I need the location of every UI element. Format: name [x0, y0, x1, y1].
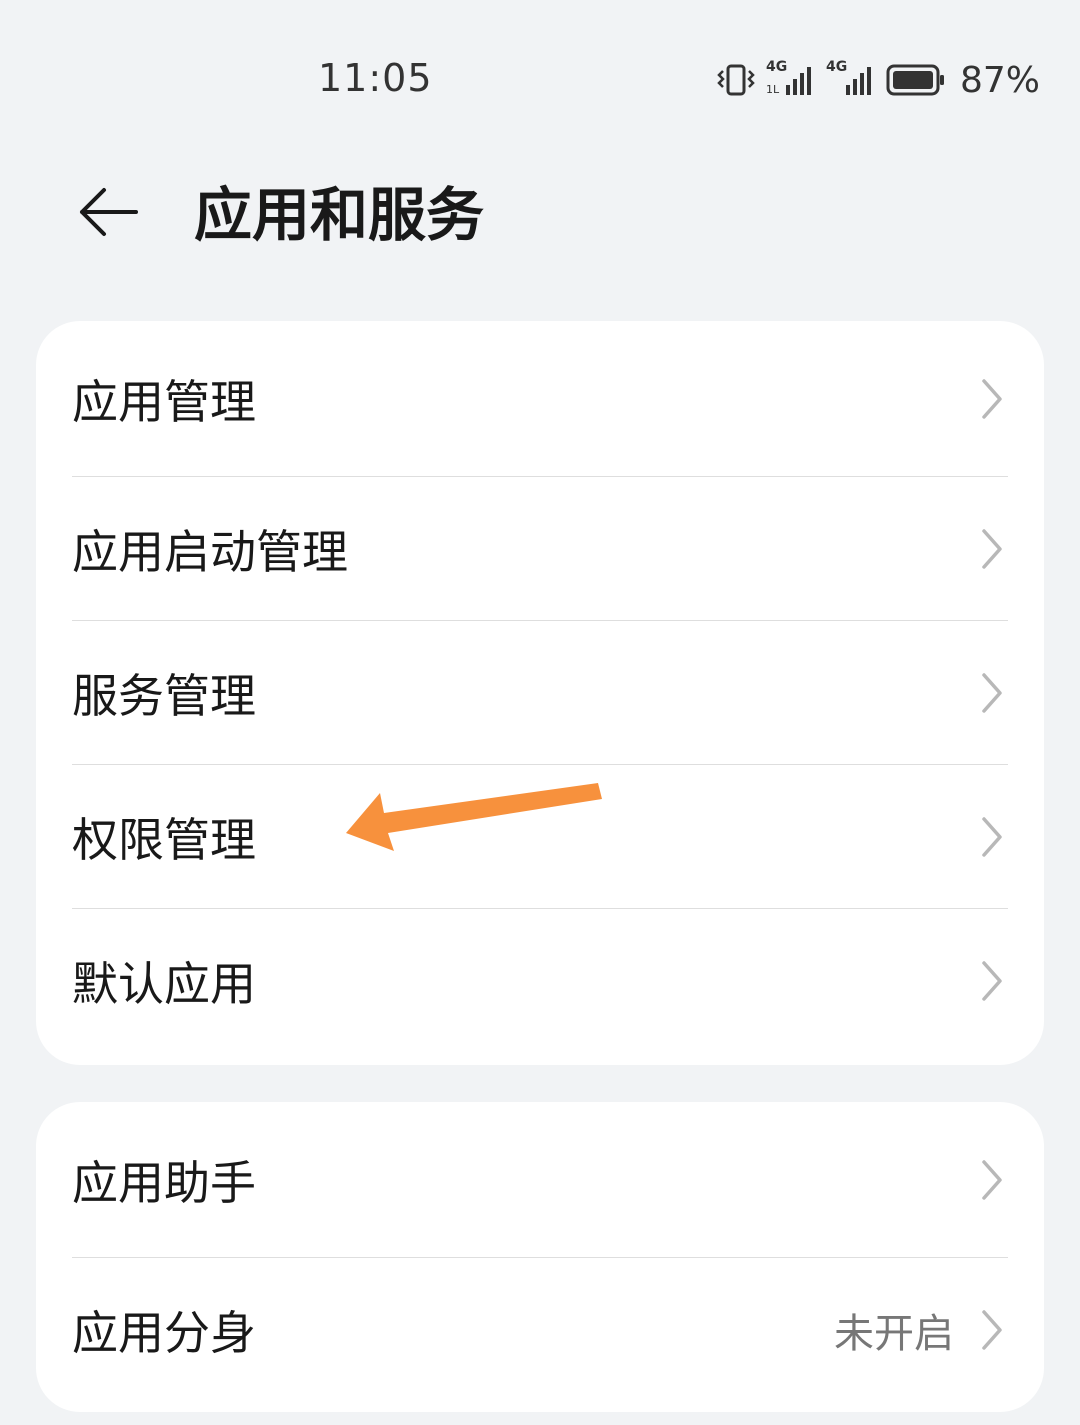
signal-4g-icon: 4G [826, 59, 876, 97]
list-item-label: 默认应用 [72, 957, 256, 1011]
status-bar: 11:05 4G 1L 4G 87% [0, 0, 1080, 150]
arrow-left-icon [76, 186, 140, 242]
settings-group-main: 应用管理 应用启动管理 服务管理 权限管理 默认应用 [36, 321, 1044, 1065]
back-button[interactable] [70, 182, 146, 246]
list-item-label: 应用助手 [72, 1156, 256, 1210]
list-item-label: 应用启动管理 [72, 525, 348, 579]
list-item-label: 应用管理 [72, 375, 256, 429]
chevron-right-icon [976, 955, 1008, 1007]
signal-label: 4G [825, 59, 848, 75]
settings-group-assist: 应用助手 应用分身 未开启 [36, 1102, 1044, 1412]
chevron-right-icon [976, 1304, 1008, 1356]
list-item-label: 应用分身 [72, 1306, 256, 1360]
status-time: 11:05 [318, 56, 433, 100]
list-item-app-management[interactable]: 应用管理 [36, 321, 1044, 477]
battery-icon [886, 63, 946, 97]
list-item-app-launch-management[interactable]: 应用启动管理 [36, 477, 1044, 621]
svg-text:1L: 1L [766, 83, 780, 96]
list-item-service-management[interactable]: 服务管理 [36, 621, 1044, 765]
list-item-label: 权限管理 [72, 813, 256, 867]
page-title: 应用和服务 [194, 181, 485, 249]
list-item-label: 服务管理 [72, 669, 256, 723]
list-item-status: 未开启 [834, 1311, 954, 1357]
chevron-right-icon [976, 523, 1008, 575]
chevron-right-icon [976, 811, 1008, 863]
list-item-app-twin[interactable]: 应用分身 未开启 [36, 1258, 1044, 1402]
list-item-permission-management[interactable]: 权限管理 [36, 765, 1044, 909]
battery-percent: 87% [959, 59, 1040, 101]
header: 应用和服务 [0, 160, 1080, 270]
chevron-right-icon [976, 1154, 1008, 1206]
chevron-right-icon [976, 667, 1008, 719]
chevron-right-icon [976, 373, 1008, 425]
list-item-app-assistant[interactable]: 应用助手 [36, 1102, 1044, 1258]
signal-4g-icon: 4G 1L [766, 59, 816, 97]
vibrate-icon [716, 63, 756, 97]
signal-label: 4G [765, 59, 788, 75]
status-icons: 4G 1L 4G 87% [716, 59, 1040, 101]
list-item-default-apps[interactable]: 默认应用 [36, 909, 1044, 1053]
